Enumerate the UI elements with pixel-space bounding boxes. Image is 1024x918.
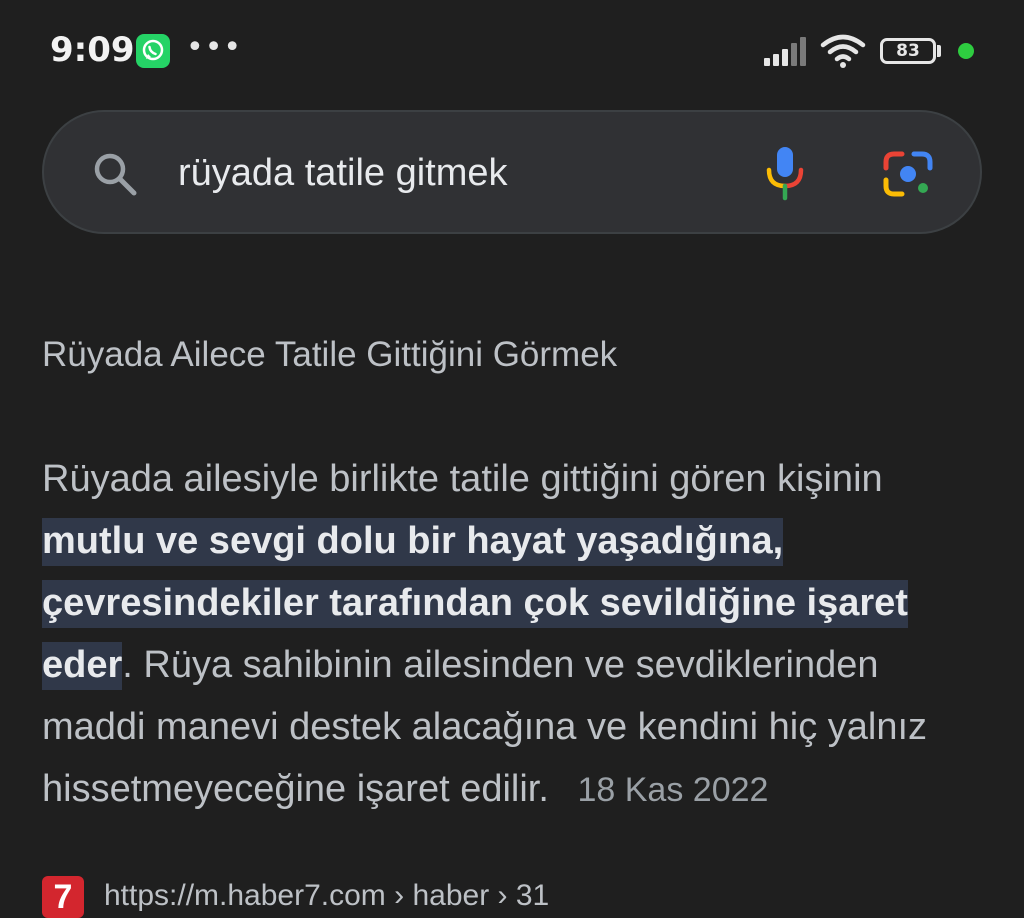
battery-icon: 83 bbox=[880, 38, 936, 64]
battery-level: 83 bbox=[896, 41, 920, 61]
more-dots-icon: ••• bbox=[186, 30, 243, 65]
snippet-text-before: Rüyada ailesiyle birlikte tatile gittiği… bbox=[42, 458, 883, 500]
snippet-text: Rüyada ailesiyle birlikte tatile gittiği… bbox=[42, 448, 992, 821]
search-icon[interactable] bbox=[90, 149, 140, 203]
source-row[interactable]: 7 https://m.haber7.com › haber › 31 bbox=[42, 872, 982, 918]
status-time: 9:09 bbox=[50, 30, 135, 70]
source-url[interactable]: https://m.haber7.com › haber › 31 bbox=[104, 876, 549, 916]
status-bar: 9:09 ••• 83 bbox=[0, 0, 1024, 100]
google-lens-icon[interactable] bbox=[882, 148, 934, 204]
mic-icon[interactable] bbox=[762, 144, 808, 206]
snippet-heading: Rüyada Ailece Tatile Gittiğini Görmek bbox=[42, 335, 618, 374]
search-bar[interactable]: rüyada tatile gitmek bbox=[42, 110, 982, 234]
snippet-text-after: . Rüya sahibinin ailesinden ve sevdikler… bbox=[42, 644, 928, 810]
search-input[interactable]: rüyada tatile gitmek bbox=[178, 150, 508, 196]
snippet-date: 18 Kas 2022 bbox=[577, 771, 769, 809]
whatsapp-icon bbox=[136, 34, 170, 68]
cell-signal-icon bbox=[762, 36, 810, 70]
privacy-indicator-dot bbox=[958, 43, 974, 59]
battery-tip bbox=[937, 45, 941, 57]
haber7-favicon: 7 bbox=[42, 876, 84, 918]
wifi-icon bbox=[820, 34, 866, 72]
